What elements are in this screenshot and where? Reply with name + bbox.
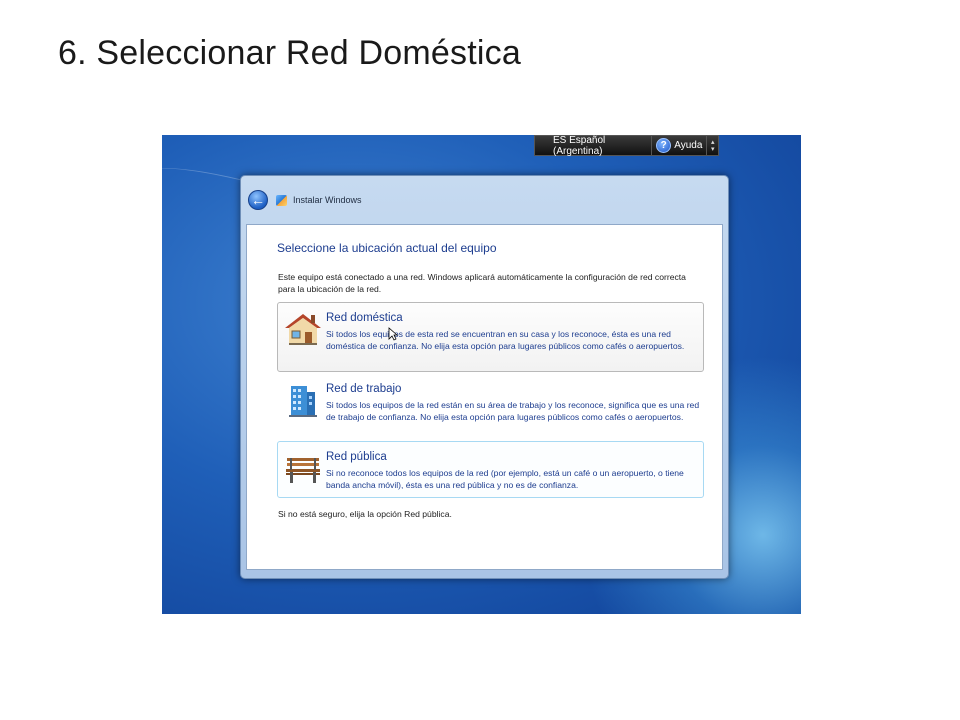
house-icon [285,314,321,345]
back-arrow-icon: ← [251,192,265,208]
setup-window: ← Instalar Windows Seleccione la ubicaci… [240,175,729,579]
option-red-de-trabajo[interactable]: Red de trabajo Si todos los equipos de l… [277,373,704,439]
option-red-domestica[interactable]: Red doméstica Si todos los equipos de es… [277,302,704,372]
language-bar: ES Español (Argentina) ? Ayuda ▴ ▾ [534,135,719,157]
option-description: Si todos los equipos de esta red se encu… [326,329,685,351]
language-selector[interactable]: ES Español (Argentina) [535,135,653,157]
option-description: Si todos los equipos de la red están en … [326,400,700,422]
option-red-publica[interactable]: Red pública Si no reconoce todos los equ… [277,441,704,498]
back-button[interactable]: ← [248,190,268,210]
office-building-icon [289,386,317,417]
footnote-text: Si no está seguro, elija la opción Red p… [278,509,452,519]
window-title: Instalar Windows [293,195,362,205]
option-description: Si no reconoce todos los equipos de la r… [326,468,684,490]
chevron-up-icon: ▴ [710,138,715,146]
windows-setup-screenshot: ES Español (Argentina) ? Ayuda ▴ ▾ ← Ins… [162,135,801,614]
help-button[interactable]: ? Ayuda [652,136,708,155]
window-content: Seleccione la ubicación actual del equip… [246,224,723,570]
option-title: Red pública [326,451,387,463]
help-label: Ayuda [674,140,703,151]
option-title: Red de trabajo [326,383,402,395]
window-titlebar: ← Instalar Windows [241,176,728,224]
intro-text: Este equipo está conectado a una red. Wi… [278,272,686,294]
park-bench-icon [286,458,320,483]
slide-title: 6. Seleccionar Red Doméstica [58,34,521,72]
mouse-cursor-icon [388,327,398,341]
help-icon: ? [656,138,672,153]
langbar-options-button[interactable]: ▴ ▾ [707,139,718,153]
option-title: Red doméstica [326,312,403,324]
page-heading: Seleccione la ubicación actual del equip… [277,241,497,255]
windows-setup-icon [276,194,287,206]
language-label: ES Español (Argentina) [553,135,606,157]
chevron-down-icon: ▾ [710,145,715,153]
